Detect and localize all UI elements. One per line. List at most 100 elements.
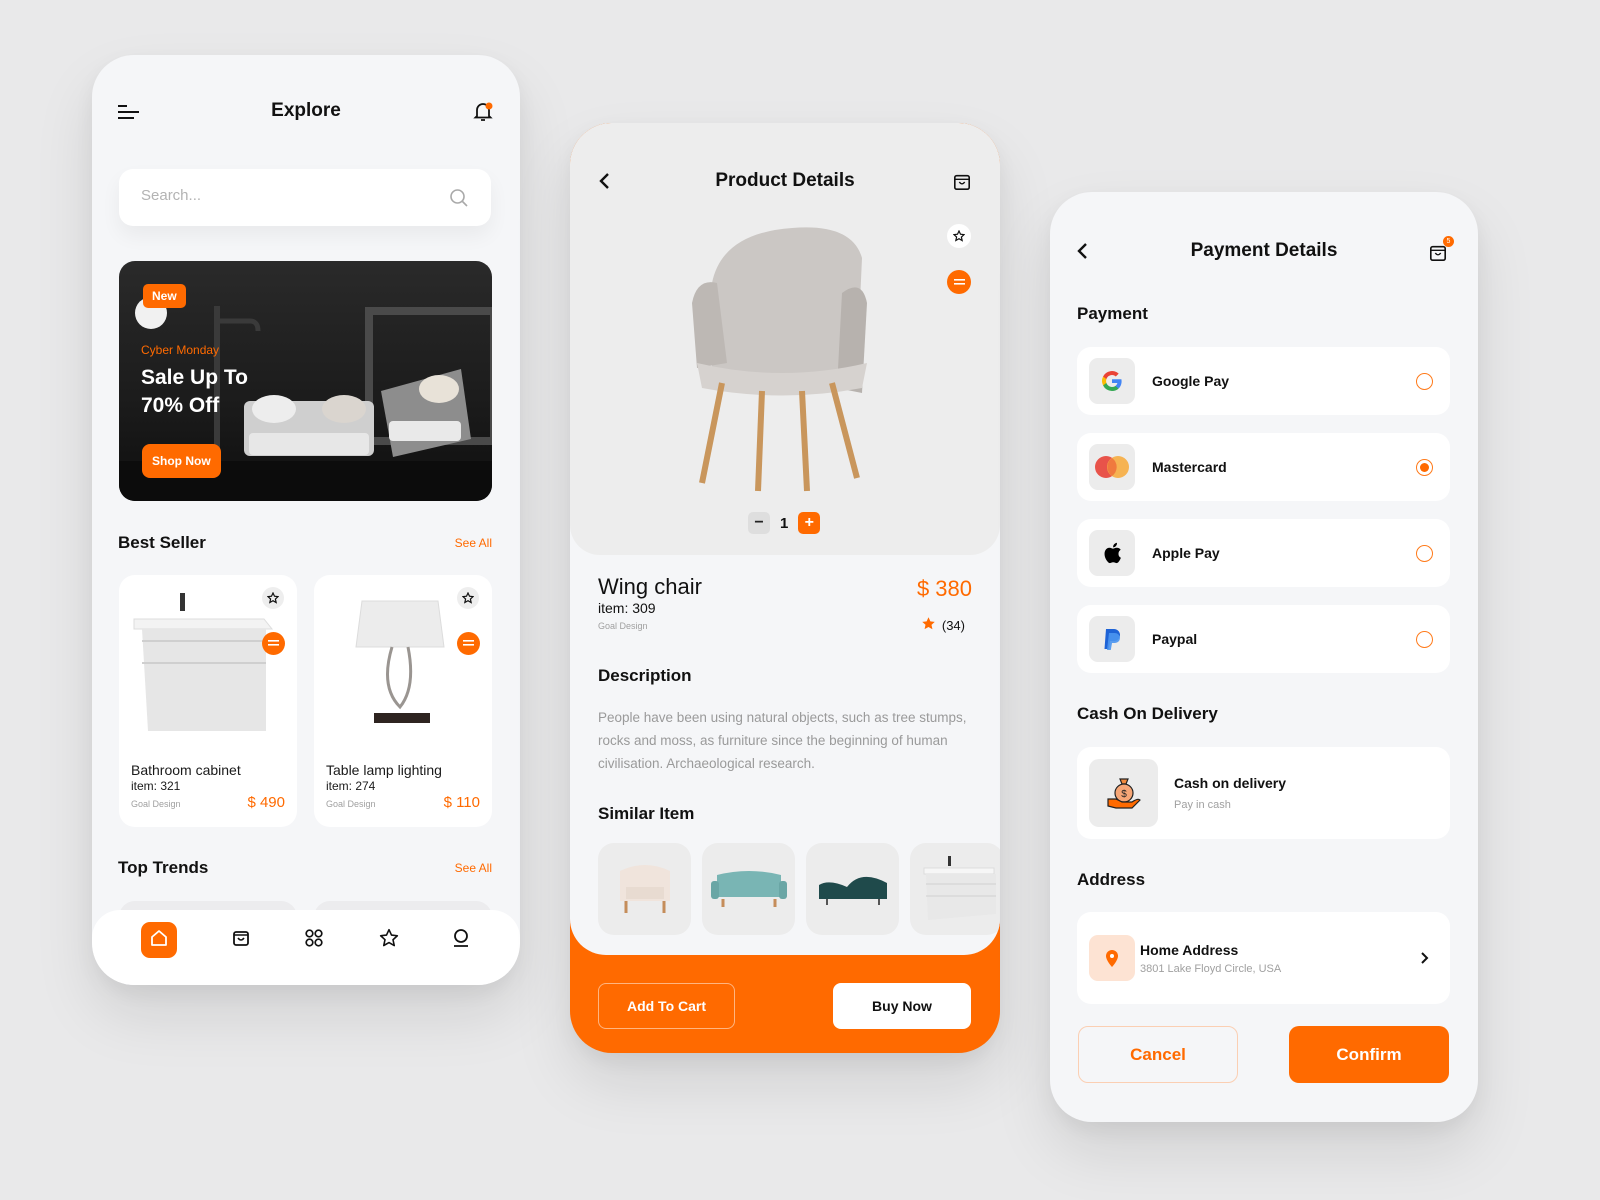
similar-item-card[interactable] xyxy=(910,843,1000,935)
payment-option-google-pay[interactable]: Google Pay xyxy=(1077,347,1450,415)
home-icon xyxy=(149,928,169,953)
teal-sofa-image xyxy=(710,871,787,907)
payment-option-paypal[interactable]: Paypal xyxy=(1077,605,1450,673)
shop-now-button[interactable]: Shop Now xyxy=(142,444,221,478)
page-title: Product Details xyxy=(715,170,855,191)
product-price: $ 380 xyxy=(916,576,972,601)
similar-item-card[interactable] xyxy=(702,843,795,935)
page-title: Explore xyxy=(271,100,341,121)
product-brand: Goal Design xyxy=(131,799,181,809)
notification-bell-icon[interactable] xyxy=(470,99,496,125)
options-menu-icon[interactable] xyxy=(457,632,480,655)
product-item-number: item: 309 xyxy=(598,600,656,616)
product-name: Bathroom cabinet xyxy=(131,762,241,778)
promo-banner[interactable]: New Cyber Monday Sale Up To 70% Off Shop… xyxy=(119,261,492,501)
product-brand: Goal Design xyxy=(598,621,648,631)
quantity-stepper: − 1 + xyxy=(748,512,821,534)
best-seller-see-all-link[interactable]: See All xyxy=(455,536,492,550)
product-details-screen: Product Details − 1 + Wing chair item: 3… xyxy=(570,123,1000,1053)
payment-radio[interactable] xyxy=(1416,545,1433,562)
address-value: 3801 Lake Floyd Circle, USA xyxy=(1140,963,1282,975)
cod-label: Cash on delivery xyxy=(1174,775,1287,791)
confirm-button[interactable]: Confirm xyxy=(1289,1026,1449,1083)
buy-now-button[interactable]: Buy Now xyxy=(833,983,971,1029)
product-name: Wing chair xyxy=(598,574,702,599)
cash-on-delivery-option[interactable]: $ Cash on delivery Pay in cash xyxy=(1077,747,1450,839)
address-label: Home Address xyxy=(1140,942,1239,958)
decrease-quantity-button[interactable]: − xyxy=(748,512,770,534)
search-icon[interactable] xyxy=(447,186,471,210)
product-card[interactable]: Bathroom cabinet item: 321 Goal Design $… xyxy=(119,575,297,827)
product-brand: Goal Design xyxy=(326,799,376,809)
options-menu-icon[interactable] xyxy=(947,270,971,294)
payment-option-label: Mastercard xyxy=(1152,459,1227,475)
product-item-number: item: 274 xyxy=(326,779,376,793)
payment-radio[interactable] xyxy=(1416,631,1433,648)
bathroom-cabinet-image xyxy=(133,593,274,731)
search-input[interactable] xyxy=(141,187,421,204)
wing-chair-image xyxy=(692,227,867,492)
table-lamp-image xyxy=(355,600,445,723)
product-card[interactable]: Table lamp lighting item: 274 Goal Desig… xyxy=(314,575,492,827)
star-filled-icon xyxy=(921,616,936,634)
address-section-title: Address xyxy=(1077,870,1146,889)
similar-item-card[interactable] xyxy=(806,843,899,935)
shopping-bag-icon[interactable] xyxy=(950,170,974,194)
paypal-logo-icon xyxy=(1089,616,1135,662)
bathroom-cabinet-image xyxy=(923,856,996,920)
product-rating: (34) xyxy=(921,616,965,634)
nav-cart[interactable] xyxy=(223,922,259,958)
similar-item-card[interactable] xyxy=(598,843,691,935)
new-badge: New xyxy=(143,284,186,308)
best-seller-title: Best Seller xyxy=(118,533,206,552)
favorite-star-icon[interactable] xyxy=(457,587,479,609)
description-title: Description xyxy=(598,666,692,685)
top-trends-see-all-link[interactable]: See All xyxy=(455,861,492,875)
explore-screen: Explore New Cyber Monday Sale Up To 70% … xyxy=(92,55,520,985)
product-price: $ 110 xyxy=(443,794,480,811)
quantity-value: 1 xyxy=(780,514,789,532)
payment-radio-selected[interactable] xyxy=(1416,459,1433,476)
cancel-button[interactable]: Cancel xyxy=(1078,1026,1238,1083)
add-to-cart-button[interactable]: Add To Cart xyxy=(598,983,735,1029)
increase-quantity-button[interactable]: + xyxy=(798,512,821,534)
options-menu-icon[interactable] xyxy=(262,632,285,655)
shopping-bag-icon xyxy=(231,928,251,953)
payment-option-apple-pay[interactable]: Apple Pay xyxy=(1077,519,1450,587)
page-title: Payment Details xyxy=(1190,240,1338,261)
payment-option-mastercard[interactable]: Mastercard xyxy=(1077,433,1450,501)
location-pin-icon xyxy=(1089,935,1135,981)
money-bag-hand-icon: $ xyxy=(1089,759,1158,827)
mastercard-logo-icon xyxy=(1089,444,1135,490)
favorite-star-icon[interactable] xyxy=(947,224,971,248)
description-text: People have been using natural objects, … xyxy=(598,710,967,771)
bottom-navigation xyxy=(92,910,520,985)
favorite-star-icon[interactable] xyxy=(262,587,284,609)
nav-favorites[interactable] xyxy=(371,922,407,958)
nav-home[interactable] xyxy=(141,922,177,958)
similar-items-title: Similar Item xyxy=(598,804,695,823)
chevron-right-icon[interactable] xyxy=(1414,948,1434,968)
categories-icon xyxy=(304,928,324,953)
search-bar xyxy=(119,169,491,226)
payment-option-label: Paypal xyxy=(1152,631,1198,647)
payment-option-label: Google Pay xyxy=(1152,373,1230,389)
payment-option-label: Apple Pay xyxy=(1152,545,1220,561)
nav-profile[interactable] xyxy=(443,922,479,958)
banner-headline: Sale Up To 70% Off xyxy=(141,366,248,417)
product-price: $ 490 xyxy=(247,794,285,811)
review-count: (34) xyxy=(941,617,965,633)
apple-logo-icon xyxy=(1089,530,1135,576)
tub-armchair-image xyxy=(619,865,670,913)
top-trends-title: Top Trends xyxy=(118,858,209,877)
cart-icon[interactable]: 5 xyxy=(1426,236,1454,265)
payment-radio[interactable] xyxy=(1416,373,1433,390)
profile-icon xyxy=(451,928,471,953)
home-address-card[interactable]: Home Address 3801 Lake Floyd Circle, USA xyxy=(1077,912,1450,1004)
banner-kicker: Cyber Monday xyxy=(141,343,220,357)
product-item-number: item: 321 xyxy=(131,779,181,793)
payment-section-title: Payment xyxy=(1077,304,1148,323)
nav-categories[interactable] xyxy=(296,922,332,958)
product-name: Table lamp lighting xyxy=(326,762,442,778)
camelback-sofa-image xyxy=(818,876,887,905)
